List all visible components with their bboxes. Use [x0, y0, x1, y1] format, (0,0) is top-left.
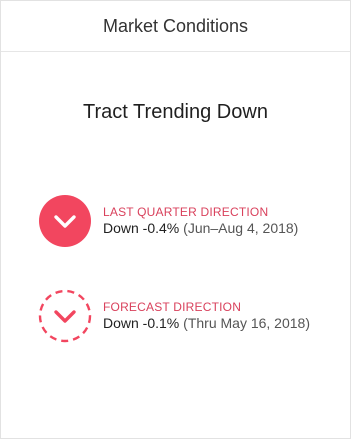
forecast-text: FORECAST DIRECTION Down -0.1% (Thru May …: [103, 300, 310, 332]
last-quarter-value: Down -0.4% (Jun–Aug 4, 2018): [103, 219, 298, 237]
last-quarter-direction: LAST QUARTER DIRECTION Down -0.4% (Jun–A…: [37, 193, 298, 249]
market-conditions-card: Market Conditions Tract Trending Down LA…: [0, 0, 351, 439]
trend-headline: Tract Trending Down: [83, 101, 268, 123]
last-quarter-badge: [37, 193, 93, 249]
forecast-direction-value: Down -0.1%: [103, 315, 180, 331]
last-quarter-label: LAST QUARTER DIRECTION: [103, 205, 269, 219]
forecast-value: Down -0.1% (Thru May 16, 2018): [103, 314, 310, 332]
chevron-down-icon: [38, 289, 92, 343]
forecast-direction: FORECAST DIRECTION Down -0.1% (Thru May …: [37, 288, 310, 344]
card-title: Market Conditions: [1, 1, 350, 52]
forecast-badge: [37, 288, 93, 344]
last-quarter-period: (Jun–Aug 4, 2018): [183, 220, 299, 236]
forecast-label: FORECAST DIRECTION: [103, 300, 242, 314]
chevron-down-icon: [39, 195, 91, 247]
last-quarter-text: LAST QUARTER DIRECTION Down -0.4% (Jun–A…: [103, 205, 298, 237]
last-quarter-direction-value: Down -0.4%: [103, 220, 180, 236]
forecast-period: (Thru May 16, 2018): [183, 315, 310, 331]
